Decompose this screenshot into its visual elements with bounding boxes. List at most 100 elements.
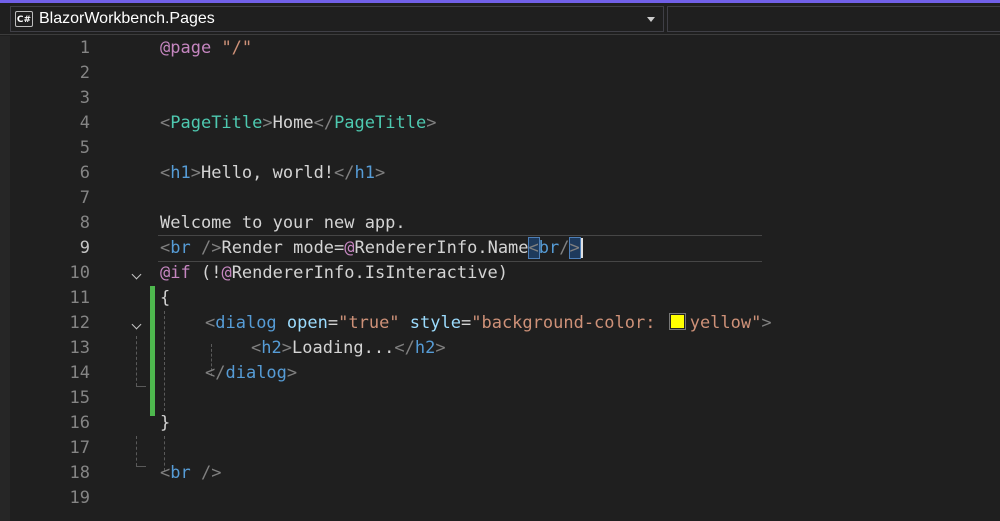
tag-bracket: </ (313, 113, 335, 133)
tag-bracket: > (262, 113, 273, 133)
code-line-13: <h2>Loading...</h2> (251, 336, 446, 361)
tag-bracket: </ (394, 338, 415, 358)
code-punctuation: ) (497, 263, 509, 283)
line-number: 13 (69, 338, 90, 358)
code-line-12: <dialog open="true" style="background-co… (205, 311, 772, 336)
code-line-14: </dialog> (205, 361, 297, 386)
line-number: 1 (79, 38, 90, 58)
html-tag: br (170, 238, 191, 258)
html-tag: h2 (414, 338, 436, 358)
tag-bracket: < (160, 238, 171, 258)
indent-guide (136, 386, 146, 387)
tag-bracket: < (160, 163, 171, 183)
line-number: 7 (79, 188, 90, 208)
code-editor[interactable]: 1 2 3 4 5 6 7 8 9 10 11 12 13 14 15 16 1… (30, 36, 1000, 521)
code-line-10: @if (!@RendererInfo.IsInteractive) (160, 261, 508, 286)
tag-bracket: > (761, 313, 772, 333)
html-tag: h1 (170, 163, 191, 183)
tag-bracket: < (160, 463, 171, 483)
line-number: 6 (79, 163, 90, 183)
matched-bracket: < (527, 237, 540, 259)
indent-guide (136, 336, 137, 386)
attribute-name: open (286, 313, 328, 333)
color-swatch[interactable] (668, 313, 686, 330)
component-tag: PageTitle (170, 113, 263, 133)
csharp-project-icon: C# (15, 11, 33, 27)
razor-expression: RendererInfo.IsInteractive (231, 263, 498, 283)
chevron-down-icon[interactable] (647, 16, 655, 22)
tag-bracket: /> (190, 463, 222, 483)
project-name: BlazorWorkbench.Pages (39, 10, 215, 27)
code-line-11: { (160, 286, 170, 311)
attribute-name: style (409, 313, 461, 333)
attribute-value: "true" (338, 313, 400, 333)
text-content: Home (272, 113, 314, 133)
code-line-16: } (160, 411, 170, 436)
razor-expression: RendererInfo.Name (354, 238, 529, 258)
text-content: Welcome to your new app. (160, 213, 406, 233)
text-content: Render mode= (221, 238, 345, 258)
tag-bracket: < (251, 338, 262, 358)
attribute-value: yellow" (689, 313, 762, 333)
string-literal: "/" (221, 38, 253, 58)
editor-left-margin (0, 36, 10, 521)
razor-keyword: @if (160, 263, 191, 283)
line-number: 14 (69, 363, 90, 383)
brace: } (160, 413, 171, 433)
line-number: 5 (79, 138, 90, 158)
line-number: 4 (79, 113, 90, 133)
html-tag: h2 (261, 338, 282, 358)
indent-guide (164, 311, 165, 411)
equals-sign: = (327, 313, 339, 333)
indicator-margin (10, 36, 30, 521)
html-tag: br (538, 238, 560, 258)
equals-sign: = (460, 313, 472, 333)
line-number: 15 (69, 388, 90, 408)
indent-guide (136, 466, 146, 467)
html-tag: dialog (215, 313, 277, 333)
code-line-4: <PageTitle>Home</PageTitle> (160, 111, 436, 136)
line-number: 10 (69, 263, 90, 283)
change-indicator-bar (150, 286, 155, 416)
indent-guide (136, 436, 137, 466)
html-tag: h1 (354, 163, 376, 183)
component-tag: PageTitle (334, 113, 427, 133)
tag-bracket: > (281, 338, 292, 358)
line-number: 12 (69, 313, 90, 333)
code-line-9: <br />Render mode=@RendererInfo.Name<br/… (160, 236, 583, 261)
code-line-18: <br /> (160, 461, 221, 486)
tag-bracket: </ (334, 163, 355, 183)
code-line-8: Welcome to your new app. (160, 211, 406, 236)
line-number-current: 9 (79, 238, 90, 258)
attribute-value: "background-color: (471, 313, 666, 333)
razor-directive: @page (160, 38, 212, 58)
tag-bracket: > (286, 363, 298, 383)
tag-bracket: > (190, 163, 201, 183)
tag-bracket: < (160, 113, 171, 133)
line-number: 2 (79, 63, 90, 83)
text-content: Loading... (291, 338, 395, 358)
code-line-6: <h1>Hello, world!</h1> (160, 161, 385, 186)
code-line-1: @page "/" (160, 36, 252, 61)
matched-bracket: > (568, 237, 581, 259)
tag-bracket: </ (205, 363, 226, 383)
line-number: 3 (79, 88, 90, 108)
text-content: Hello, world! (200, 163, 335, 183)
text-caret (580, 238, 583, 258)
tag-bracket: > (375, 163, 386, 183)
line-number: 16 (69, 413, 90, 433)
line-number: 19 (69, 488, 90, 508)
fold-chevron-icon[interactable] (130, 314, 144, 339)
tag-bracket: /> (190, 238, 222, 258)
member-dropdown[interactable] (667, 6, 1000, 32)
fold-chevron-icon[interactable] (130, 264, 144, 289)
tag-bracket: > (435, 338, 446, 358)
line-number: 18 (69, 463, 90, 483)
razor-transition: @ (344, 238, 355, 258)
tag-bracket: < (205, 313, 216, 333)
line-number: 8 (79, 213, 90, 233)
project-dropdown[interactable]: C# BlazorWorkbench.Pages (10, 6, 664, 32)
html-tag: dialog (225, 363, 287, 383)
line-number: 17 (69, 438, 90, 458)
code-punctuation: (! (190, 263, 222, 283)
